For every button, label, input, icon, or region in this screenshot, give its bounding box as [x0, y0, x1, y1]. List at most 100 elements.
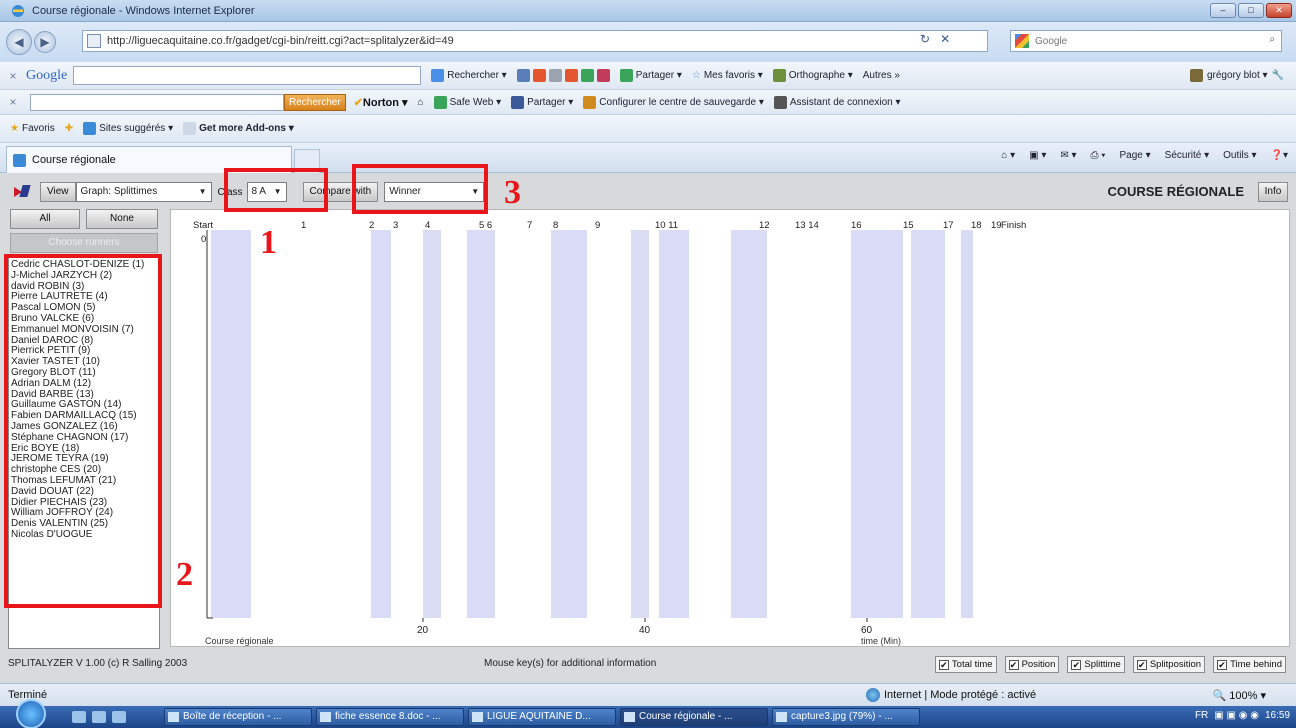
choose-runners-button[interactable]: Choose runners: [10, 233, 158, 253]
google-autres[interactable]: Autres »: [863, 70, 900, 81]
facebook-partager[interactable]: Partager ▾: [511, 95, 573, 109]
taskbar: Boîte de réception - ... fiche essence 8.…: [0, 699, 1296, 728]
add-favorite-icon[interactable]: ✚: [65, 123, 73, 134]
checkbox-box[interactable]: ✔: [1071, 659, 1082, 670]
checkbox-label: Time behind: [1230, 659, 1282, 670]
checkbox-box[interactable]: ✔: [1136, 659, 1147, 670]
dropdown-arrow-icon: ▼: [198, 187, 207, 196]
backup-center[interactable]: Configurer le centre de sauvegarde ▾: [583, 95, 764, 109]
info-button[interactable]: Info: [1258, 182, 1288, 202]
control-label: 18: [971, 220, 982, 231]
mail-icon[interactable]: ✉ ▾: [1060, 150, 1076, 161]
control-label: 13 14: [795, 220, 819, 231]
norton-toolbar: × Rechercher ✔Norton ▾ ⌂ Safe Web ▾ Part…: [0, 90, 1296, 115]
switch-windows-icon[interactable]: [92, 711, 106, 723]
control-label: 4: [425, 220, 430, 231]
show-desktop-icon[interactable]: [72, 711, 86, 723]
maximize-button[interactable]: □: [1238, 3, 1264, 18]
google-search-input[interactable]: [73, 66, 422, 85]
favorites-button[interactable]: ★ Favoris: [10, 123, 55, 134]
language-indicator[interactable]: FR: [1195, 710, 1208, 721]
splitalyzer-app: View Graph: Splittimes ▼ Class 8 A ▼ Compa…: [0, 173, 1296, 683]
close-toolbar-icon[interactable]: ×: [0, 69, 26, 83]
chart-stripe: [551, 230, 587, 618]
page-menu[interactable]: Page ▾: [1120, 150, 1151, 161]
checkbox-label: Position: [1021, 659, 1056, 670]
control-label: 1: [301, 220, 306, 231]
feeds-icon[interactable]: ▣ ▾: [1029, 150, 1046, 161]
google-toolbar: × Google Rechercher ▾ Partager ▾ ☆ Mes fa…: [0, 62, 1296, 90]
course-title: COURSE RÉGIONALE: [1107, 184, 1244, 199]
norton-search-button[interactable]: Rechercher: [284, 93, 346, 111]
checkbox-box[interactable]: ✔: [1008, 659, 1019, 670]
help-icon[interactable]: ❓▾: [1271, 150, 1288, 161]
control-label: 12: [759, 220, 770, 231]
refresh-icon[interactable]: ↻: [920, 32, 930, 46]
option-checkbox[interactable]: ✔ Position: [1004, 656, 1060, 673]
tools-menu[interactable]: Outils ▾: [1223, 150, 1256, 161]
stop-icon[interactable]: ✕: [940, 32, 950, 46]
security-menu[interactable]: Sécurité ▾: [1165, 150, 1209, 161]
checkbox-label: Total time: [951, 659, 993, 670]
get-addons[interactable]: Get more Add-ons ▾: [183, 122, 294, 135]
ie-icon[interactable]: [112, 711, 126, 723]
checkbox-box[interactable]: ✔: [938, 659, 949, 670]
option-checkbox[interactable]: ✔ Splittime: [1067, 656, 1125, 673]
google-orthographe[interactable]: Orthographe ▾: [772, 69, 853, 82]
search-box[interactable]: Google ⌕: [1010, 30, 1282, 52]
taskbar-task[interactable]: Course régionale - ...: [620, 708, 768, 726]
annotation-box-compare: [352, 164, 488, 214]
url-field[interactable]: http://liguecaquitaine.co.fr/gadget/cgi-…: [82, 30, 988, 52]
checkbox-box[interactable]: ✔: [1217, 659, 1228, 670]
annotation-box-runners: [4, 254, 162, 608]
wrench-icon[interactable]: 🔧: [1272, 70, 1284, 81]
google-favoris[interactable]: ☆ Mes favoris ▾: [692, 70, 763, 81]
home-icon[interactable]: ⌂ ▾: [1001, 150, 1015, 161]
control-label: Finish: [1001, 220, 1026, 231]
home-icon[interactable]: ⌂: [418, 97, 424, 108]
star-icon: ★: [10, 123, 19, 134]
norton-menu[interactable]: ✔Norton ▾: [354, 96, 408, 109]
mouse-hint: Mouse key(s) for additional information: [484, 658, 657, 669]
share-icon: [619, 69, 633, 82]
google-rechercher[interactable]: Rechercher ▾: [431, 69, 507, 82]
norton-search-input[interactable]: [30, 93, 284, 111]
forward-button[interactable]: ▶: [34, 31, 56, 53]
view-button[interactable]: View: [40, 182, 76, 202]
taskbar-task[interactable]: LIGUE AQUITAINE D...: [468, 708, 616, 726]
google-user[interactable]: grégory blot ▾ 🔧: [1189, 69, 1284, 82]
toolbar-icons[interactable]: [516, 69, 610, 82]
control-label: 15: [903, 220, 914, 231]
taskbar-task[interactable]: fiche essence 8.doc - ...: [316, 708, 464, 726]
google-partager[interactable]: Partager ▾: [619, 69, 682, 82]
option-checkbox[interactable]: ✔ Total time: [934, 656, 997, 673]
print-icon[interactable]: ⎙ ▾: [1091, 150, 1106, 161]
control-label: 5 6: [479, 220, 492, 231]
search-icon[interactable]: ⌕: [1269, 34, 1275, 45]
view-select[interactable]: Graph: Splittimes ▼: [75, 182, 212, 202]
security-zone: Internet | Mode protégé : activé: [866, 688, 1036, 702]
task-list: Boîte de réception - ... fiche essence 8.…: [164, 708, 920, 726]
safe-web[interactable]: Safe Web ▾: [433, 95, 501, 109]
control-label: 16: [851, 220, 862, 231]
taskbar-task[interactable]: capture3.jpg (79%) - ...: [772, 708, 920, 726]
x-tick-label: 40: [639, 625, 651, 636]
close-button[interactable]: ✕: [1266, 3, 1292, 18]
back-button[interactable]: ◀: [6, 29, 32, 55]
facebook-icon: [511, 95, 525, 109]
minimize-button[interactable]: –: [1210, 3, 1236, 18]
chart-stripe: [631, 230, 649, 618]
select-none-button[interactable]: None: [86, 209, 158, 229]
control-label: 7: [527, 220, 532, 231]
option-checkbox[interactable]: ✔ Time behind: [1213, 656, 1286, 673]
tab-row: Course régionale ⌂ ▾ ▣ ▾ ✉ ▾ ⎙ ▾ Page ▾ …: [0, 143, 1296, 173]
taskbar-task[interactable]: Boîte de réception - ...: [164, 708, 312, 726]
login-assistant[interactable]: Assistant de connexion ▾: [773, 95, 900, 109]
close-toolbar-icon[interactable]: ×: [0, 95, 26, 109]
zoom-level[interactable]: 🔍 100% ▾: [1213, 689, 1266, 702]
start-button[interactable]: [16, 699, 46, 728]
select-all-button[interactable]: All: [10, 209, 80, 229]
splittimes-chart[interactable]: Start 1 2 3 4 5 6 7 8 9 10 11 12 13 14 16 15 17 18 19 Fin…: [170, 209, 1290, 647]
option-checkbox[interactable]: ✔ Splitposition: [1132, 656, 1206, 673]
suggested-sites[interactable]: Sites suggérés ▾: [83, 122, 173, 135]
